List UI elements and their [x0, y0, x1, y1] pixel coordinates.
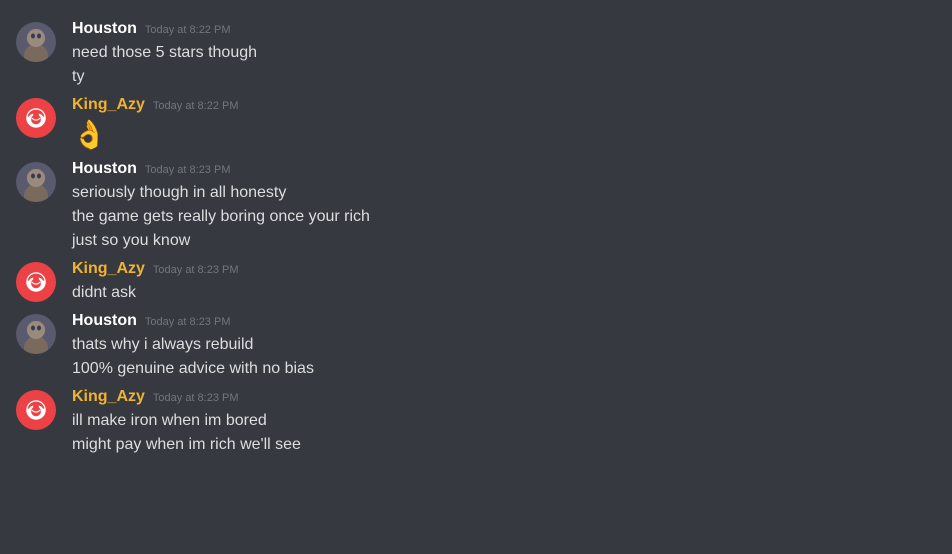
username[interactable]: Houston — [72, 20, 137, 38]
timestamp: Today at 8:23 PM — [145, 164, 231, 176]
message-text: didnt ask — [72, 282, 936, 304]
avatar — [16, 162, 56, 202]
message-text: need those 5 stars though — [72, 42, 936, 64]
timestamp: Today at 8:23 PM — [145, 316, 231, 328]
message-text: seriously though in all honesty — [72, 182, 936, 204]
message-content: King_Azy Today at 8:23 PM didnt ask — [72, 260, 936, 304]
message-text: 👌 — [72, 118, 936, 152]
message-group: Houston Today at 8:23 PM thats why i alway… — [0, 308, 952, 384]
chat-container: Houston Today at 8:22 PM need those 5 star… — [0, 0, 952, 476]
message-text: ty — [72, 66, 936, 88]
avatar — [16, 390, 56, 430]
message-header: Houston Today at 8:23 PM — [72, 312, 936, 330]
message-content: King_Azy Today at 8:22 PM 👌 — [72, 96, 936, 152]
username[interactable]: Houston — [72, 312, 137, 330]
message-header: Houston Today at 8:22 PM — [72, 20, 936, 38]
message-group: King_Azy Today at 8:23 PM ill make iron wh… — [0, 384, 952, 460]
message-header: King_Azy Today at 8:23 PM — [72, 388, 936, 406]
message-text: might pay when im rich we'll see — [72, 434, 936, 456]
avatar — [16, 262, 56, 302]
message-group: King_Azy Today at 8:23 PM didnt ask — [0, 256, 952, 308]
timestamp: Today at 8:23 PM — [153, 392, 239, 404]
message-content: Houston Today at 8:22 PM need those 5 star… — [72, 20, 936, 88]
message-text: just so you know — [72, 230, 936, 252]
message-content: Houston Today at 8:23 PM thats why i alway… — [72, 312, 936, 380]
avatar — [16, 98, 56, 138]
username[interactable]: Houston — [72, 160, 137, 178]
timestamp: Today at 8:22 PM — [153, 100, 239, 112]
message-group: Houston Today at 8:23 PM seriously though … — [0, 156, 952, 256]
message-text: thats why i always rebuild — [72, 334, 936, 356]
message-text: the game gets really boring once your ri… — [72, 206, 936, 228]
message-group: Houston Today at 8:22 PM need those 5 star… — [0, 16, 952, 92]
message-content: Houston Today at 8:23 PM seriously though … — [72, 160, 936, 252]
message-content: King_Azy Today at 8:23 PM ill make iron wh… — [72, 388, 936, 456]
username[interactable]: King_Azy — [72, 388, 145, 406]
message-header: King_Azy Today at 8:23 PM — [72, 260, 936, 278]
avatar — [16, 314, 56, 354]
message-text: 100% genuine advice with no bias — [72, 358, 936, 380]
username[interactable]: King_Azy — [72, 96, 145, 114]
message-header: King_Azy Today at 8:22 PM — [72, 96, 936, 114]
message-header: Houston Today at 8:23 PM — [72, 160, 936, 178]
avatar — [16, 22, 56, 62]
message-group: King_Azy Today at 8:22 PM 👌 — [0, 92, 952, 156]
timestamp: Today at 8:23 PM — [153, 264, 239, 276]
message-text: ill make iron when im bored — [72, 410, 936, 432]
timestamp: Today at 8:22 PM — [145, 24, 231, 36]
username[interactable]: King_Azy — [72, 260, 145, 278]
